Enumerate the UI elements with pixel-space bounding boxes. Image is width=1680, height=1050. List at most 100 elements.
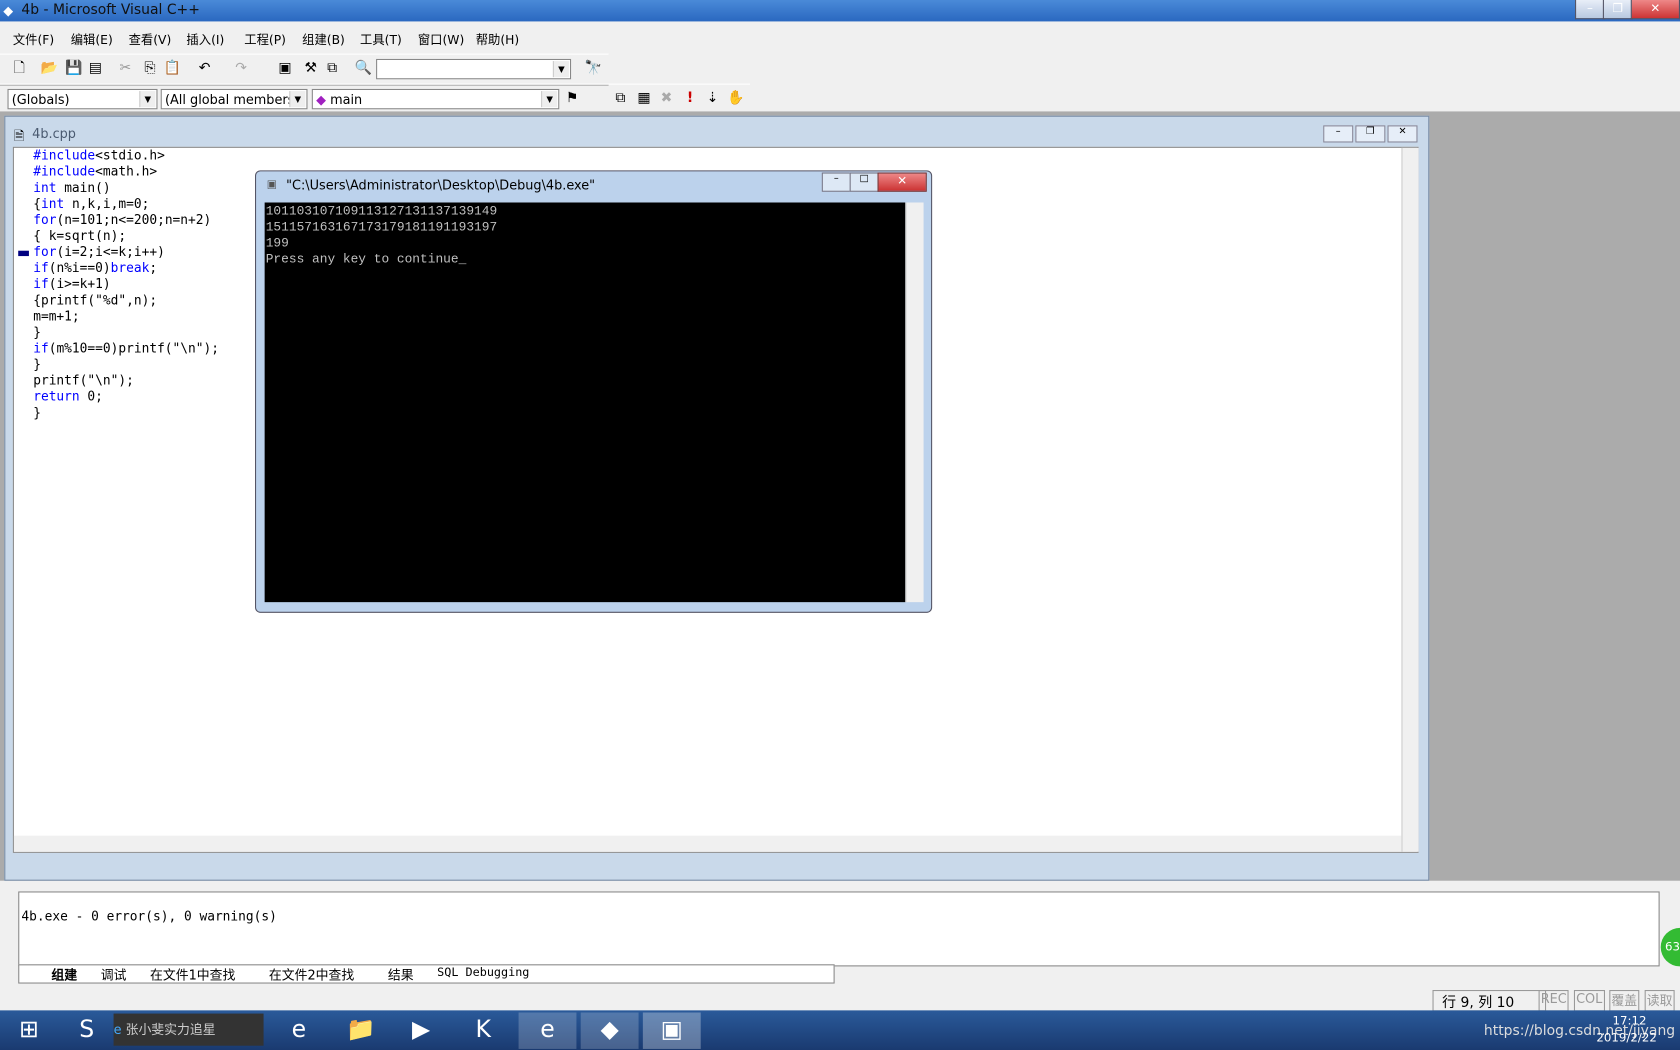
filter-value: (All global members bbox=[165, 92, 295, 108]
code-line: for(i=2;i<=k;i++) bbox=[33, 244, 219, 260]
chevron-down-icon[interactable]: ▼ bbox=[139, 91, 156, 108]
code-token: 0; bbox=[79, 388, 103, 404]
open-icon[interactable]: 📂 bbox=[40, 59, 59, 78]
code-token: { k=sqrt(n); bbox=[33, 228, 127, 244]
chevron-down-icon[interactable]: ▼ bbox=[541, 91, 558, 108]
doc-close-button[interactable]: ✕ bbox=[1387, 125, 1418, 143]
code-text[interactable]: #include<stdio.h> #include<math.h> int mai… bbox=[33, 148, 219, 421]
chevron-down-icon[interactable]: ▼ bbox=[289, 91, 306, 108]
app-360-icon[interactable]: S bbox=[58, 1013, 116, 1049]
window-list-icon[interactable]: ⧉ bbox=[323, 59, 342, 78]
paste-icon[interactable]: 📋 bbox=[163, 59, 182, 78]
breakpoint-hand-icon[interactable]: ✋ bbox=[726, 89, 745, 108]
keyword: return bbox=[33, 388, 80, 404]
doc-restore-button[interactable]: ❐ bbox=[1355, 125, 1386, 143]
code-line: if(m%10==0)printf("\n"); bbox=[33, 341, 219, 357]
media-player-icon[interactable]: ▶ bbox=[392, 1013, 450, 1049]
menu-8[interactable]: 帮助(H) bbox=[476, 31, 520, 48]
console-window-button[interactable]: ▣ bbox=[642, 1012, 701, 1049]
code-line: m=m+1; bbox=[33, 309, 219, 325]
code-line: { k=sqrt(n); bbox=[33, 228, 219, 244]
cut-icon[interactable]: ✂ bbox=[116, 59, 135, 78]
taskbar: ⊞ S e 张小斐实力追星 e 📁 ▶ K e ◆ ▣ https://blog… bbox=[0, 1010, 1680, 1050]
console-minimize-button[interactable]: – bbox=[821, 172, 851, 192]
build-icon[interactable]: ▦ bbox=[634, 89, 653, 108]
minimize-button[interactable]: – bbox=[1575, 0, 1606, 20]
document-icon: 🗎 bbox=[13, 128, 25, 144]
code-token: ; bbox=[149, 260, 158, 276]
workspace-icon[interactable]: ▣ bbox=[275, 59, 294, 78]
folder-icon[interactable]: 📁 bbox=[332, 1013, 390, 1049]
status-indicator: 覆盖 bbox=[1609, 990, 1640, 1012]
execute-icon[interactable]: ! bbox=[680, 89, 699, 108]
console-line: 151157163167173179181191193197 bbox=[265, 219, 498, 235]
console-maximize-button[interactable]: □ bbox=[849, 172, 879, 192]
function-icon: ◆ bbox=[316, 92, 326, 108]
code-line: } bbox=[33, 357, 219, 373]
status-indicator: REC bbox=[1538, 990, 1569, 1012]
console-output: 101103107109113127131137139149 1511571631… bbox=[264, 202, 906, 603]
search-box[interactable]: e 张小斐实力追星 bbox=[113, 1013, 264, 1046]
start-button[interactable]: ⊞ bbox=[0, 1013, 58, 1049]
clock-time: 17:12 bbox=[1612, 1013, 1647, 1028]
output-pane: 4b.exe - 0 error(s), 0 warning(s) bbox=[18, 891, 1660, 967]
output-tab-3[interactable]: 在文件2中查找 bbox=[269, 965, 354, 983]
menu-6[interactable]: 工具(T) bbox=[360, 31, 402, 48]
code-token: main() bbox=[56, 180, 111, 196]
chevron-down-icon[interactable]: ▼ bbox=[552, 61, 569, 78]
code-token: (m%10==0)printf("\n"); bbox=[48, 340, 220, 356]
stop-build-icon[interactable]: ✖ bbox=[657, 89, 676, 108]
filter-combo[interactable]: (All global members ▼ bbox=[160, 88, 308, 110]
editor-vertical-scrollbar[interactable] bbox=[1401, 147, 1419, 852]
find-combo[interactable]: ▼ bbox=[376, 58, 572, 80]
close-button[interactable]: ✕ bbox=[1630, 0, 1680, 20]
output-tab-2[interactable]: 在文件1中查找 bbox=[150, 965, 235, 983]
save-icon[interactable]: 💾 bbox=[64, 59, 83, 78]
menu-0[interactable]: 文件(F) bbox=[13, 31, 54, 48]
keyword: for bbox=[33, 244, 57, 260]
output-tab-5[interactable]: SQL Debugging bbox=[437, 965, 529, 979]
code-token: (n=101;n<=200;n=n+2) bbox=[56, 212, 212, 228]
menu-7[interactable]: 窗口(W) bbox=[418, 31, 464, 48]
ie-window-button[interactable]: e bbox=[518, 1012, 577, 1049]
menu-1[interactable]: 编辑(E) bbox=[71, 31, 113, 48]
keyword: break bbox=[110, 260, 150, 276]
window-title: 4b - Microsoft Visual C++ bbox=[21, 2, 200, 19]
editor-horizontal-scrollbar[interactable] bbox=[13, 835, 1402, 852]
menu-5[interactable]: 组建(B) bbox=[302, 31, 345, 48]
cursor-position: 行 9, 列 10 bbox=[1432, 990, 1547, 1012]
speed-badge[interactable]: 63 bbox=[1660, 927, 1680, 967]
menu-4[interactable]: 工程(P) bbox=[244, 31, 286, 48]
copy-icon[interactable]: ⎘ bbox=[140, 59, 159, 78]
undo-icon[interactable]: ↶ bbox=[195, 59, 214, 78]
clock-date: 2019/2/22 bbox=[1596, 1030, 1657, 1045]
console-line: 199 bbox=[265, 235, 289, 251]
restore-button[interactable]: ❐ bbox=[1602, 0, 1633, 20]
ie-icon[interactable]: e bbox=[270, 1013, 328, 1049]
go-icon[interactable]: ⇣ bbox=[703, 89, 722, 108]
compile-icon[interactable]: ⧉ bbox=[611, 89, 630, 108]
console-close-button[interactable]: ✕ bbox=[877, 172, 927, 192]
class-combo[interactable]: (Globals) ▼ bbox=[7, 88, 158, 110]
save-all-icon[interactable]: ▤ bbox=[86, 59, 105, 78]
code-token: <math.h> bbox=[95, 163, 158, 179]
output-tab-0[interactable]: 组建 bbox=[51, 965, 77, 983]
find-icon[interactable]: 🔭 bbox=[584, 59, 603, 78]
output-tab-4[interactable]: 结果 bbox=[388, 965, 414, 983]
find-in-files-icon[interactable]: 🔍 bbox=[354, 59, 373, 78]
output-tab-1[interactable]: 调试 bbox=[101, 965, 127, 983]
code-line: printf("\n"); bbox=[33, 373, 219, 389]
new-file-icon[interactable]: 🗋 bbox=[10, 59, 29, 78]
wizard-actions-icon[interactable]: ⚑ bbox=[563, 89, 582, 108]
redo-icon[interactable]: ↷ bbox=[231, 59, 250, 78]
console-scrollbar[interactable] bbox=[905, 202, 924, 603]
vc-window-button[interactable]: ◆ bbox=[580, 1012, 639, 1049]
menu-3[interactable]: 插入(I) bbox=[186, 31, 224, 48]
function-combo[interactable]: ◆ main ▼ bbox=[311, 88, 560, 110]
menu-2[interactable]: 查看(V) bbox=[129, 31, 172, 48]
app-icon[interactable]: K bbox=[454, 1013, 512, 1049]
doc-minimize-button[interactable]: – bbox=[1323, 125, 1354, 143]
output-icon[interactable]: ⚒ bbox=[301, 59, 320, 78]
current-line-marker-icon bbox=[18, 250, 29, 257]
menu-bar: 文件(F) 编辑(E) 查看(V) 插入(I) 工程(P) 组建(B) 工具(T) 窗口(W)… bbox=[0, 26, 1680, 52]
